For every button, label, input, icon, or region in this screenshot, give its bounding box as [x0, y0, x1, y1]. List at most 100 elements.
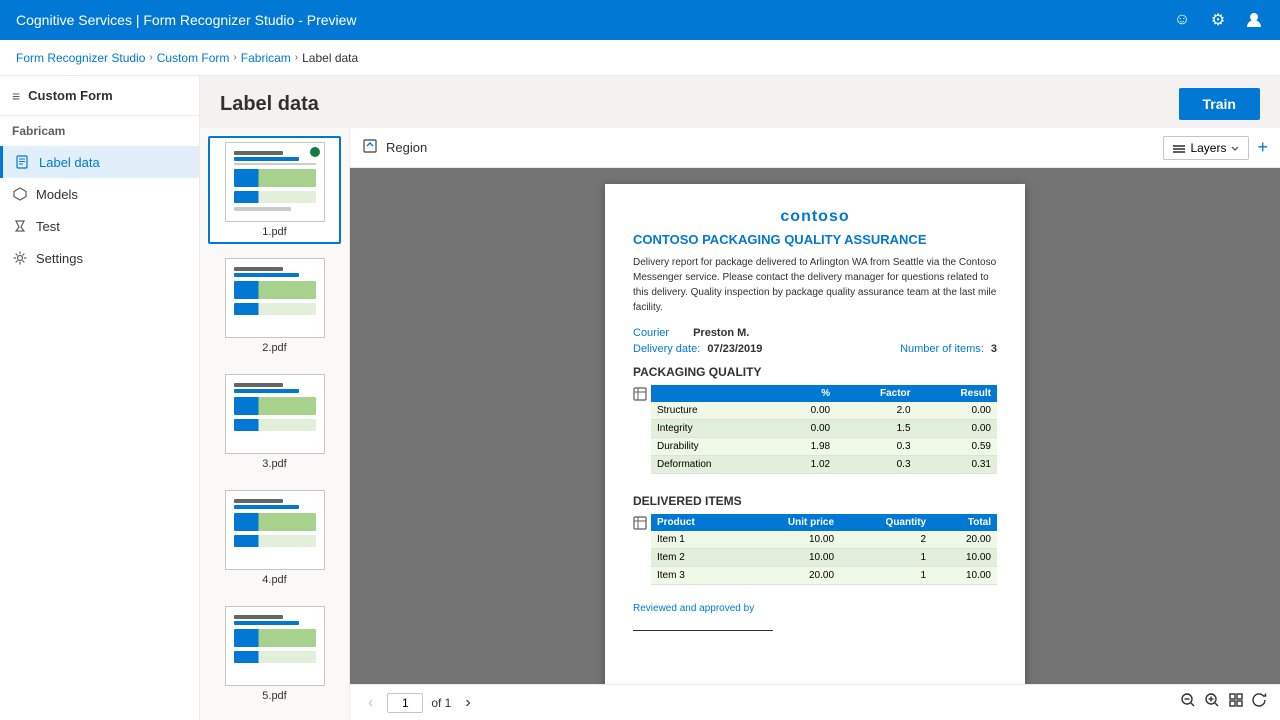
di-header-2: Quantity [840, 514, 932, 531]
pq-cell-3-1: 1.02 [777, 456, 836, 474]
document-item-4[interactable]: 4.pdf [208, 484, 341, 592]
breadcrumb-sep-3: › [295, 52, 298, 63]
delivered-items-title: DELIVERED ITEMS [633, 494, 997, 508]
doc-badge-1 [310, 147, 320, 157]
sidebar-project-title: Custom Form [28, 88, 113, 103]
sidebar-item-test[interactable]: Test [0, 210, 199, 242]
doc-name-4: 4.pdf [262, 574, 286, 586]
delivered-items-table: Product Unit price Quantity Total Item 1… [651, 514, 997, 585]
sidebar-item-settings-text: Settings [36, 251, 83, 266]
models-icon [12, 186, 28, 202]
document-item-5[interactable]: 5.pdf [208, 600, 341, 708]
courier-label: Courier [633, 327, 669, 339]
pq-cell-1-0: Integrity [651, 420, 777, 438]
breadcrumb-fabricam[interactable]: Fabricam [241, 51, 291, 65]
pq-cell-3-2: 0.3 [836, 456, 916, 474]
pq-cell-0-2: 2.0 [836, 402, 916, 420]
di-header-3: Total [932, 514, 997, 531]
di-row-1: Item 210.00110.00 [651, 549, 997, 567]
layers-button[interactable]: Layers [1163, 136, 1249, 160]
sidebar-nav: Label data Models Test Settings [0, 146, 199, 720]
di-cell-1-0: Item 2 [651, 549, 738, 567]
doc-thumb-4 [225, 490, 325, 570]
train-button[interactable]: Train [1179, 88, 1260, 120]
packaging-quality-table: % Factor Result Structure0.002.00.00Inte… [651, 385, 997, 474]
pq-row-3: Deformation1.020.30.31 [651, 456, 997, 474]
document-item-2[interactable]: 2.pdf [208, 252, 341, 360]
reviewed-text: Reviewed and approved by [633, 603, 997, 614]
di-header-0: Product [651, 514, 738, 531]
pq-cell-2-1: 1.98 [777, 438, 836, 456]
feedback-icon[interactable]: ☺ [1172, 10, 1192, 30]
doc-name-1: 1.pdf [262, 226, 286, 238]
breadcrumb-sep-1: › [149, 52, 152, 63]
doc-thumb-1 [225, 142, 325, 222]
di-cell-2-0: Item 3 [651, 567, 738, 585]
region-label: Region [386, 140, 427, 155]
pq-header-3: Result [917, 385, 997, 402]
di-cell-0-3: 20.00 [932, 531, 997, 549]
sidebar-header: ≡ Custom Form [0, 76, 199, 116]
courier-row: Courier Preston M. [633, 327, 997, 339]
pq-cell-0-0: Structure [651, 402, 777, 420]
pq-cell-2-2: 0.3 [836, 438, 916, 456]
sidebar-section-title: Fabricam [0, 116, 199, 146]
account-icon[interactable] [1244, 10, 1264, 30]
rotate-button[interactable] [1252, 692, 1268, 713]
page-input[interactable] [387, 693, 423, 713]
viewer-tools [1180, 692, 1268, 713]
di-cell-0-1: 10.00 [738, 531, 840, 549]
pq-cell-1-1: 0.00 [777, 420, 836, 438]
di-cell-0-2: 2 [840, 531, 932, 549]
sidebar-item-models-text: Models [36, 187, 78, 202]
pq-cell-2-3: 0.59 [917, 438, 997, 456]
sidebar-collapse-button[interactable]: ≡ [12, 88, 20, 104]
doc-name-2: 2.pdf [262, 342, 286, 354]
di-cell-2-1: 20.00 [738, 567, 840, 585]
doc-description: Delivery report for package delivered to… [633, 255, 997, 315]
packaging-table-icon [633, 385, 647, 404]
document-list: 1.pdf 2.pdf [200, 128, 350, 720]
label-data-icon [15, 154, 31, 170]
di-row-2: Item 320.00110.00 [651, 567, 997, 585]
breadcrumb-custom-form[interactable]: Custom Form [157, 51, 230, 65]
zoom-out-button[interactable] [1180, 692, 1196, 713]
content-area: Label data Train [200, 76, 1280, 720]
doc-title: CONTOSO PACKAGING QUALITY ASSURANCE [633, 232, 997, 247]
pq-row-0: Structure0.002.00.00 [651, 402, 997, 420]
document-item-3[interactable]: 3.pdf [208, 368, 341, 476]
doc-name-5: 5.pdf [262, 690, 286, 702]
viewer-toolbar: Region Layers + [350, 128, 1280, 168]
sidebar-item-label-data[interactable]: Label data [0, 146, 199, 178]
viewer-pagination: ‹ of 1 › [350, 684, 1280, 720]
prev-page-button[interactable]: ‹ [362, 692, 379, 714]
pq-cell-2-0: Durability [651, 438, 777, 456]
sidebar-item-models[interactable]: Models [0, 178, 199, 210]
pq-header-0 [651, 385, 777, 402]
pq-header-1: % [777, 385, 836, 402]
doc-thumb-5 [225, 606, 325, 686]
sidebar-item-settings[interactable]: Settings [0, 242, 199, 274]
fit-page-button[interactable] [1228, 692, 1244, 713]
packaging-quality-table-container: % Factor Result Structure0.002.00.00Inte… [633, 385, 997, 484]
app-title: Cognitive Services | Form Recognizer Stu… [16, 12, 357, 28]
page-of-label: of 1 [431, 696, 451, 710]
di-cell-1-1: 10.00 [738, 549, 840, 567]
document-area: 1.pdf 2.pdf [200, 128, 1280, 720]
document-item-1[interactable]: 1.pdf [208, 136, 341, 244]
delivery-date-value: 07/23/2019 [707, 343, 762, 355]
items-value: 3 [991, 343, 997, 355]
packaging-quality-title: PACKAGING QUALITY [633, 365, 997, 379]
zoom-in-button[interactable] [1204, 692, 1220, 713]
doc-name-3: 3.pdf [262, 458, 286, 470]
di-header-1: Unit price [738, 514, 840, 531]
next-page-button[interactable]: › [459, 692, 476, 714]
doc-thumb-2 [225, 258, 325, 338]
add-label-button[interactable]: + [1257, 137, 1268, 158]
sidebar-item-label-data-text: Label data [39, 155, 100, 170]
di-cell-0-0: Item 1 [651, 531, 738, 549]
di-cell-1-2: 1 [840, 549, 932, 567]
breadcrumb-form-recognizer[interactable]: Form Recognizer Studio [16, 51, 145, 65]
settings-icon[interactable]: ⚙ [1208, 10, 1228, 30]
pq-cell-3-0: Deformation [651, 456, 777, 474]
